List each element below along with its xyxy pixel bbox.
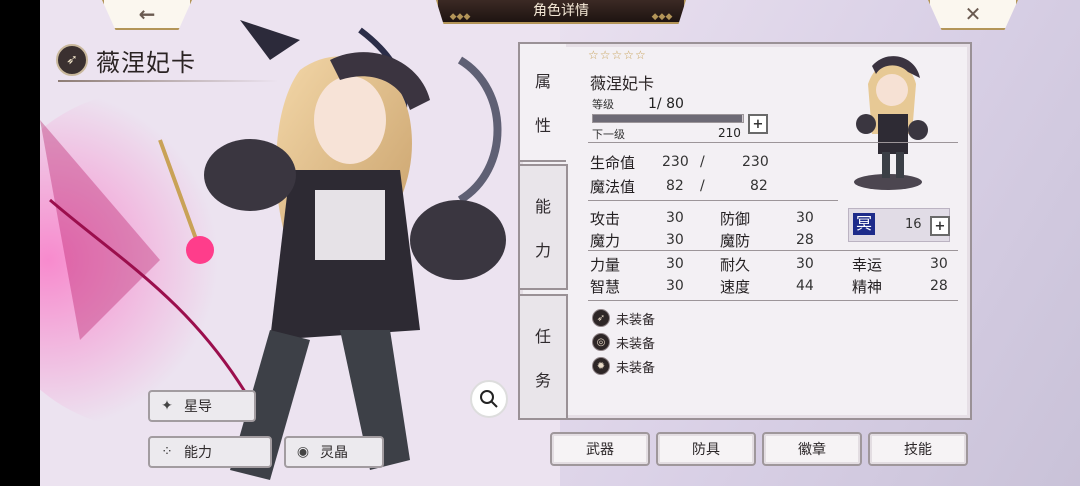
equip-slot-emblem[interactable]: ✹ 未装备	[592, 356, 655, 376]
tab-abilities-label-2: 力	[534, 241, 551, 260]
weapon-button-label: 武器	[586, 442, 614, 458]
badge-button-label: 徽章	[798, 442, 826, 458]
level-value: 1/ 80	[648, 96, 684, 112]
plus-icon: +	[934, 218, 946, 234]
name-underline	[58, 80, 278, 82]
endurance-label: 耐久	[720, 256, 751, 274]
ring-icon: ◎	[592, 333, 610, 351]
back-button[interactable]: ←	[102, 0, 192, 30]
next-level-value: 210	[718, 126, 741, 140]
hp-max: 230	[742, 154, 769, 170]
tab-attributes-label-2: 性	[534, 116, 551, 135]
plus-icon: +	[752, 116, 764, 132]
crystal-label: 灵晶	[320, 445, 348, 461]
skill-button[interactable]: 技能	[868, 432, 968, 466]
speed-label: 速度	[720, 278, 751, 296]
emblem-icon: ✹	[592, 357, 610, 375]
mp-separator: /	[700, 178, 705, 194]
page-title-tab: ◆◆◆ 角色详情 ◆◆◆	[436, 0, 686, 24]
level-label: 等级	[592, 98, 614, 111]
special-add-button[interactable]: +	[930, 216, 950, 236]
tab-abilities-label-1: 能	[534, 197, 551, 216]
ability-button[interactable]: ⁘ 能力	[148, 436, 272, 468]
defense-label: 防御	[720, 210, 751, 228]
magic-defense-label: 魔防	[720, 232, 751, 250]
equip-slot-weapon[interactable]: ➶ 未装备	[592, 308, 655, 328]
equip-slot-label: 未装备	[616, 312, 656, 328]
tab-abilities[interactable]: 能 力	[518, 164, 568, 290]
ability-label: 能力	[184, 445, 212, 461]
page-title: 角色详情	[533, 3, 589, 19]
hp-separator: /	[700, 154, 705, 170]
character-name-box: ➶ 薇涅妃卡	[56, 40, 196, 80]
armor-button-label: 防具	[692, 442, 720, 458]
attack-label: 攻击	[590, 210, 621, 228]
star-guide-icon: ✦	[161, 398, 173, 414]
wisdom-label: 智慧	[590, 278, 621, 296]
magnifier-icon	[480, 390, 498, 408]
arrow-left-icon: ←	[138, 2, 156, 26]
character-name: 薇涅妃卡	[96, 48, 196, 77]
equip-slot-label: 未装备	[616, 336, 656, 352]
attack-value: 30	[666, 210, 684, 226]
max-level: / 80	[656, 96, 684, 112]
strength-value: 30	[666, 256, 684, 272]
mp-max: 82	[750, 178, 768, 194]
tab-attributes-label-1: 属	[534, 72, 551, 91]
tab-quests[interactable]: 任 务	[518, 294, 568, 420]
level-progress-bar	[592, 114, 744, 123]
special-glyph: 冥	[853, 213, 875, 235]
ornament-right-icon: ◆◆◆	[651, 12, 673, 22]
next-level-label: 下一级	[592, 128, 625, 141]
luck-value: 30	[930, 256, 948, 272]
divider	[588, 142, 958, 143]
level-progress-fill	[593, 115, 742, 122]
mp-label: 魔法值	[590, 178, 636, 196]
star-guide-button[interactable]: ✦ 星导	[148, 390, 256, 422]
zoom-button[interactable]	[470, 380, 508, 418]
hp-label: 生命值	[590, 154, 636, 172]
weapon-button[interactable]: 武器	[550, 432, 650, 466]
bow-class-icon: ➶	[56, 44, 88, 76]
magic-value: 30	[666, 232, 684, 248]
luck-label: 幸运	[852, 256, 883, 274]
star-guide-label: 星导	[184, 399, 212, 415]
strength-label: 力量	[590, 256, 621, 274]
tab-attributes[interactable]: 属 性	[518, 42, 566, 162]
mp-current: 82	[666, 178, 684, 194]
bow-icon: ➶	[592, 309, 610, 327]
defense-value: 30	[796, 210, 814, 226]
wisdom-value: 30	[666, 278, 684, 294]
ornament-left-icon: ◆◆◆	[449, 12, 471, 22]
crystal-icon: ◉	[296, 444, 310, 460]
ability-icon: ⁘	[161, 444, 173, 460]
close-button[interactable]: ✕	[928, 0, 1018, 30]
panel-character-name: 薇涅妃卡	[590, 74, 655, 93]
speed-value: 44	[796, 278, 814, 294]
spirit-label: 精神	[852, 278, 883, 296]
special-value: 16	[905, 217, 922, 232]
magic-label: 魔力	[590, 232, 621, 250]
divider	[588, 300, 958, 301]
spirit-value: 28	[930, 278, 948, 294]
close-icon: ✕	[964, 2, 982, 26]
chibi-sprite	[854, 56, 928, 190]
skill-button-label: 技能	[904, 442, 932, 458]
hp-current: 230	[662, 154, 689, 170]
divider	[588, 250, 958, 251]
rarity-stars: ☆☆☆☆☆	[588, 48, 647, 62]
armor-button[interactable]: 防具	[656, 432, 756, 466]
equip-slot-ring[interactable]: ◎ 未装备	[592, 332, 655, 352]
magic-defense-value: 28	[796, 232, 814, 248]
tab-quests-label-1: 任	[534, 327, 551, 346]
level-up-button[interactable]: +	[748, 114, 768, 134]
divider	[588, 200, 838, 201]
badge-button[interactable]: 徽章	[762, 432, 862, 466]
crystal-button[interactable]: ◉ 灵晶	[284, 436, 384, 468]
tab-quests-label-2: 务	[534, 371, 551, 390]
current-level: 1	[648, 96, 657, 112]
equip-slot-label: 未装备	[616, 360, 656, 376]
game-screen: ← ◆◆◆ 角色详情 ◆◆◆ ✕ ➶ 薇涅妃卡 属 性 能 力 任 务 ☆☆☆☆…	[40, 0, 1080, 486]
endurance-value: 30	[796, 256, 814, 272]
